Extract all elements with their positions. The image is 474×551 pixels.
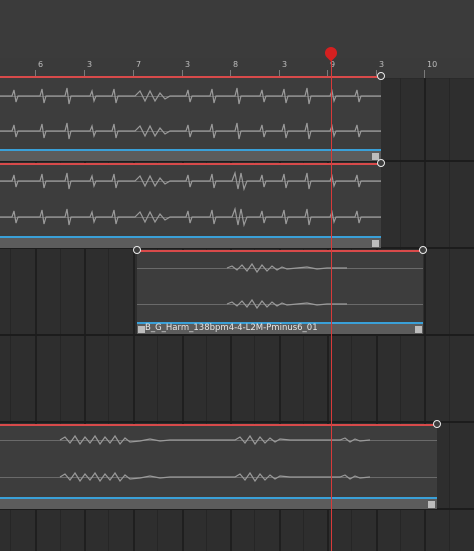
audio-clip[interactable] [0,159,385,248]
ruler-tick [424,70,425,78]
clip-footer[interactable] [0,497,437,509]
fade-handle[interactable] [428,501,435,508]
track-lane-divider [0,421,474,423]
clip-footer[interactable]: B_G_Harm_138bpm4-4-L2M-Pminus6_01 [137,322,423,334]
audio-clip[interactable] [0,72,385,161]
ruler-label: 3 [185,60,191,69]
playhead-line [331,54,332,551]
fade-handle[interactable] [372,240,379,247]
ruler-label: 3 [379,60,385,69]
clip-footer[interactable] [0,236,381,248]
fade-handle[interactable] [138,326,145,333]
ruler-label: 3 [87,60,93,69]
ruler-label: 10 [427,60,438,69]
track-lane-divider [0,334,474,336]
daw-arrange-view: 6 3 7 3 8 3 9 3 10 B_G_Harm_138bpm4-4-L2… [0,0,474,551]
fade-handle[interactable] [415,326,422,333]
audio-clip[interactable] [0,420,441,509]
clip-name: B_G_Harm_138bpm4-4-L2M-Pminus6_01 [145,323,318,333]
audio-clip[interactable]: B_G_Harm_138bpm4-4-L2M-Pminus6_01 [133,246,427,334]
ruler-label: 3 [282,60,288,69]
clip-footer[interactable] [0,149,381,161]
timeline-header [0,0,474,58]
ruler-label: 6 [38,60,44,69]
ruler-label: 8 [233,60,239,69]
grid-line [449,78,450,551]
ruler-label: 7 [136,60,142,69]
